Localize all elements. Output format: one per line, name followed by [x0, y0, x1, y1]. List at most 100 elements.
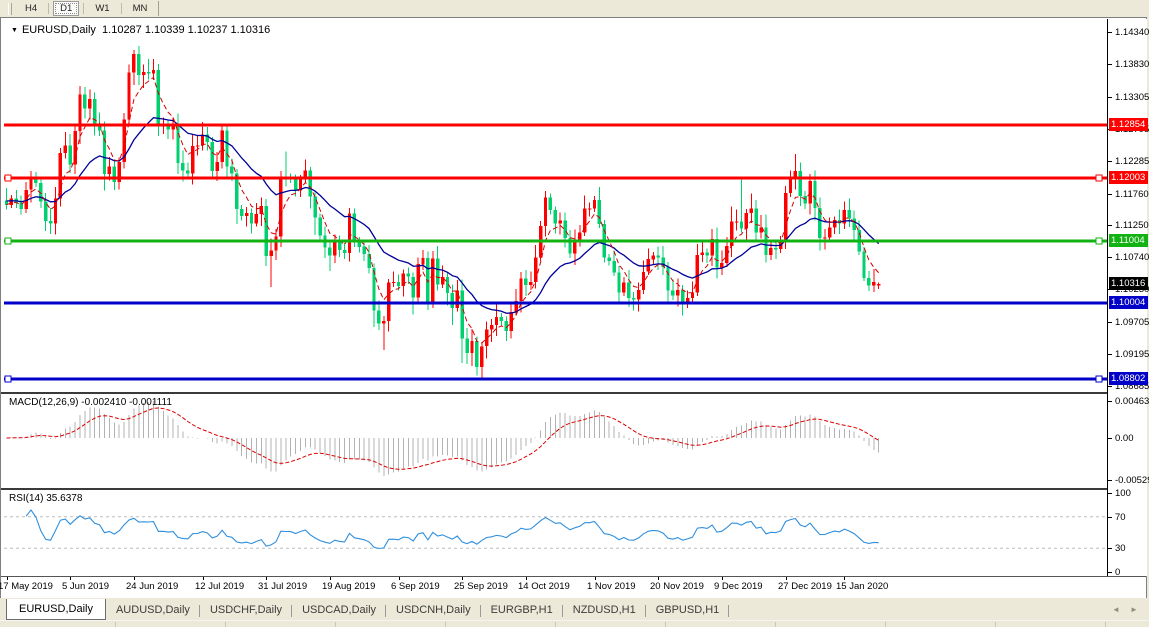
price-tick-label: 1.11760 — [1115, 189, 1149, 200]
time-axis-label: 31 Jul 2019 — [258, 581, 307, 592]
status-strip-mark — [555, 622, 556, 627]
main-chart-canvas[interactable] — [4, 19, 1107, 392]
time-axis-tick — [526, 577, 527, 580]
macd-axis-tick — [1108, 438, 1112, 439]
macd-histogram — [7, 401, 879, 476]
hline-1.08802[interactable] — [4, 376, 1107, 382]
chart-ohlc-values: 1.10287 1.10339 1.10237 1.10316 — [102, 24, 270, 36]
tab-usdcad-daily[interactable]: USDCAD,Daily — [292, 601, 386, 620]
hline-handle[interactable] — [1096, 376, 1102, 382]
time-axis-tick — [462, 577, 463, 580]
price-tick-label: 1.13830 — [1115, 59, 1149, 70]
rsi-panel-canvas[interactable] — [4, 490, 1107, 576]
time-axis-label: 6 Sep 2019 — [391, 581, 440, 592]
macd-axis-tick — [1108, 480, 1112, 481]
price-axis-tick — [1108, 257, 1112, 258]
time-axis-tick — [399, 577, 400, 580]
tab-usdcnh-daily[interactable]: USDCNH,Daily — [386, 601, 481, 620]
current-price-badge: 1.10316 — [1109, 277, 1148, 290]
toolbar-separator — [83, 3, 84, 14]
status-strip-mark — [335, 622, 336, 627]
hline-handle[interactable] — [5, 175, 11, 181]
symbol-dropdown-icon: ▼ — [11, 27, 18, 34]
price-line-badge-1.11004: 1.11004 — [1109, 234, 1148, 247]
timeframe-button-mn[interactable]: MN — [126, 1, 155, 16]
price-tick-label: 1.12285 — [1115, 156, 1149, 167]
rsi-indicator-label: RSI(14) 35.6378 — [9, 493, 82, 504]
time-axis-label: 1 Nov 2019 — [587, 581, 636, 592]
time-axis[interactable]: 17 May 20195 Jun 201924 Jun 201912 Jul 2… — [1, 577, 1146, 598]
time-axis-label: 20 Nov 2019 — [650, 581, 704, 592]
status-strip — [0, 620, 1149, 627]
status-strip-mark — [445, 622, 446, 627]
price-tick-label: 1.13305 — [1115, 92, 1149, 103]
tab-scroll-right-icon[interactable]: ► — [1125, 605, 1143, 614]
tab-gbpusd-h1[interactable]: GBPUSD,H1 — [646, 601, 730, 620]
rsi-value: 35.6378 — [46, 493, 82, 504]
timeframe-button-w1[interactable]: W1 — [88, 1, 116, 16]
time-axis-tick — [786, 577, 787, 580]
time-axis-label: 25 Sep 2019 — [454, 581, 508, 592]
time-axis-label: 9 Dec 2019 — [714, 581, 763, 592]
hline-1.11004[interactable] — [4, 238, 1107, 244]
status-strip-mark — [665, 622, 666, 627]
status-strip-mark — [995, 622, 996, 627]
time-axis-tick — [658, 577, 659, 580]
tab-scroll-left-icon[interactable]: ◄ — [1107, 605, 1125, 614]
price-axis-tick — [1108, 32, 1112, 33]
price-axis[interactable]: 1.143401.138301.133051.127951.122851.117… — [1107, 19, 1147, 576]
price-axis-tick — [1108, 322, 1112, 323]
tab-eurusd-daily[interactable]: EURUSD,Daily — [6, 599, 106, 620]
hline-1.12003[interactable] — [4, 175, 1107, 181]
chart-symbol-label: EURUSD,Daily — [22, 24, 96, 36]
macd-indicator-label: MACD(12,26,9) -0.002410 -0.001111 — [9, 397, 172, 408]
price-line-badge-1.12854: 1.12854 — [1109, 118, 1148, 131]
rsi-tick-label: 30 — [1115, 543, 1126, 554]
time-axis-tick — [203, 577, 204, 580]
price-line-badge-1.10004: 1.10004 — [1109, 296, 1148, 309]
tab-eurgbp-h1[interactable]: EURGBP,H1 — [481, 601, 563, 620]
price-tick-label: 1.09705 — [1115, 317, 1149, 328]
chart-title: ▼ EURUSD,Daily 1.10287 1.10339 1.10237 1.… — [11, 24, 270, 36]
macd-panel-canvas[interactable] — [4, 394, 1107, 488]
time-axis-label: 24 Jun 2019 — [126, 581, 178, 592]
hline-handle[interactable] — [5, 376, 11, 382]
hline-handle[interactable] — [5, 238, 11, 244]
price-axis-tick — [1108, 225, 1112, 226]
hline-handle[interactable] — [1096, 238, 1102, 244]
tab-usdchf-daily[interactable]: USDCHF,Daily — [200, 601, 292, 620]
price-tick-label: 1.09195 — [1115, 349, 1149, 360]
status-strip-mark — [775, 622, 776, 627]
time-axis-tick — [722, 577, 723, 580]
price-axis-tick — [1108, 97, 1112, 98]
time-axis-label: 19 Aug 2019 — [322, 581, 375, 592]
price-axis-tick — [1108, 161, 1112, 162]
rsi-tick-label: 100 — [1115, 488, 1131, 499]
price-axis-tick — [1108, 386, 1112, 387]
price-tick-label: 1.14340 — [1115, 27, 1149, 38]
toolbar-separator — [121, 3, 122, 14]
timeframe-button-d1[interactable]: D1 — [53, 1, 79, 16]
status-strip-mark — [225, 622, 226, 627]
toolbar-grip[interactable] — [8, 3, 12, 15]
rsi-axis-tick — [1108, 493, 1112, 494]
rsi-tick-label: 0 — [1115, 567, 1120, 578]
time-axis-tick — [844, 577, 845, 580]
time-axis-label: 5 Jun 2019 — [62, 581, 109, 592]
timeframe-button-h4[interactable]: H4 — [18, 1, 44, 16]
rsi-tick-label: 70 — [1115, 512, 1126, 523]
time-axis-label: 12 Jul 2019 — [195, 581, 244, 592]
time-axis-label: 27 Dec 2019 — [778, 581, 832, 592]
hline-handle[interactable] — [1096, 175, 1102, 181]
macd-tick-label: -0.00529 — [1115, 475, 1149, 486]
tab-nzdusd-h1[interactable]: NZDUSD,H1 — [563, 601, 646, 620]
chart-tab-bar: EURUSD,Daily AUDUSD,Daily USDCHF,Daily U… — [0, 598, 1149, 620]
rsi-axis-tick — [1108, 572, 1112, 573]
tab-audusd-daily[interactable]: AUDUSD,Daily — [106, 601, 200, 620]
macd-values: -0.002410 -0.001111 — [81, 397, 172, 408]
macd-tick-label: 0.00 — [1115, 433, 1134, 444]
status-strip-mark — [115, 622, 116, 627]
toolbar-group-separator — [158, 1, 159, 16]
price-line-badge-1.12003: 1.12003 — [1109, 171, 1148, 184]
tab-scroll-controls: ◄ ► — [1107, 598, 1149, 620]
